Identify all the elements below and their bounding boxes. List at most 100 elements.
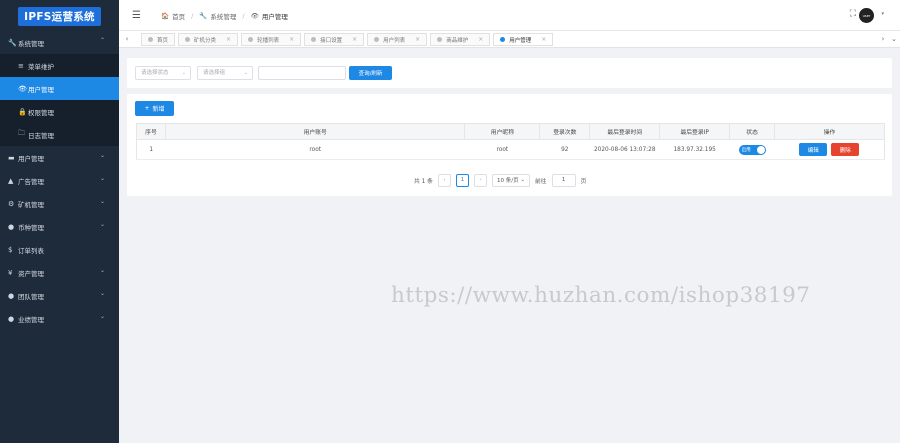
table-header-row: 序号 用户账号 用户昵称 登录次数 最后登录时间 最后登录IP 状态 操作 bbox=[136, 123, 885, 140]
column-header: 最后登录时间 bbox=[589, 123, 661, 140]
sidebar-item-label: 团队管理 bbox=[18, 292, 44, 301]
cell-nickname: root bbox=[464, 139, 540, 160]
prev-page-icon[interactable]: ‹ bbox=[437, 173, 451, 187]
close-icon[interactable]: × bbox=[478, 36, 483, 43]
column-header: 状态 bbox=[729, 123, 776, 140]
eye-icon: 👁 bbox=[250, 12, 259, 20]
home-icon: 🏠 bbox=[161, 12, 170, 20]
wrench-icon: 🔧 bbox=[199, 12, 208, 20]
hamburger-icon[interactable]: ☰ bbox=[132, 10, 141, 21]
sidebar-item-menu[interactable]: ≡ 菜单维护 bbox=[0, 54, 119, 77]
tab-user-list[interactable]: 用户列表 × bbox=[367, 33, 428, 46]
folder-icon: 🗀 bbox=[18, 129, 25, 137]
tab-more-icon[interactable]: ⌄ bbox=[889, 33, 899, 46]
tab-dot bbox=[437, 37, 443, 42]
chevron-down-icon: ⌄ bbox=[181, 70, 186, 76]
sidebar-item-label: 矿机管理 bbox=[18, 200, 44, 209]
page-number[interactable]: 1 bbox=[455, 173, 469, 187]
tab-dot bbox=[148, 37, 153, 42]
lock-icon: 🔒 bbox=[18, 107, 27, 116]
user-table-card: + 新增 序号 用户账号 用户昵称 登录次数 最后登录时间 最后登录IP 状态 … bbox=[127, 94, 892, 196]
cell-login-count: 92 bbox=[539, 139, 590, 160]
page-size-select[interactable]: 10 条/页 ⌄ bbox=[491, 173, 530, 187]
eye-icon: 👁 bbox=[18, 84, 27, 93]
chevron-down-icon: ⌄ bbox=[99, 313, 105, 320]
avatar[interactable]: user bbox=[859, 8, 874, 23]
sidebar-item-system[interactable]: 🔧 系统管理 ⌃ bbox=[0, 31, 119, 54]
tab-home[interactable]: 首页 bbox=[141, 33, 176, 46]
sidebar-item-performance[interactable]: ● 业绩管理 ⌄ bbox=[0, 307, 119, 330]
sidebar-item-user-admin[interactable]: 👁 用户管理 bbox=[0, 77, 119, 100]
add-button[interactable]: + 新增 bbox=[135, 101, 174, 116]
sidebar-item-ads[interactable]: ▲ 广告管理 ⌄ bbox=[0, 169, 119, 192]
search-input[interactable] bbox=[258, 66, 346, 80]
query-refresh-button[interactable]: 查询/刷新 bbox=[349, 66, 392, 80]
watermark: https://www.huzhan.com/ishop38197 bbox=[391, 283, 811, 308]
breadcrumb-system[interactable]: 系统管理 bbox=[210, 11, 236, 21]
chevron-down-icon: ⌄ bbox=[99, 221, 105, 228]
cell-account: root bbox=[165, 139, 465, 160]
sidebar-item-miners[interactable]: ⚙ 矿机管理 ⌄ bbox=[0, 192, 119, 215]
tab-api-settings[interactable]: 接口设置 × bbox=[304, 33, 365, 46]
wrench-icon: 🔧 bbox=[8, 38, 17, 47]
sidebar-item-team[interactable]: ● 团队管理 ⌄ bbox=[0, 284, 119, 307]
plus-icon: + bbox=[144, 105, 150, 112]
sidebar-item-label: 日志管理 bbox=[28, 131, 54, 140]
column-header: 序号 bbox=[136, 123, 166, 140]
tab-label: 商品维护 bbox=[446, 37, 469, 44]
sidebar-item-orders[interactable]: $ 订单列表 bbox=[0, 238, 119, 261]
close-icon[interactable]: × bbox=[541, 36, 546, 43]
cell-status: 启用 bbox=[729, 139, 775, 160]
sidebar-item-label: 业绩管理 bbox=[18, 315, 44, 324]
tab-product[interactable]: 商品维护 × bbox=[430, 33, 491, 46]
tab-label: 用户管理 bbox=[509, 37, 532, 44]
caret-down-icon[interactable]: ▾ bbox=[881, 11, 884, 17]
triangle-icon: ▲ bbox=[8, 176, 14, 185]
gear-icon: ⚙ bbox=[8, 199, 15, 208]
sidebar-item-coins[interactable]: ● 币种管理 ⌄ bbox=[0, 215, 119, 238]
fullscreen-icon[interactable]: ⛶ bbox=[850, 9, 856, 19]
next-page-icon[interactable]: › bbox=[473, 173, 487, 187]
sidebar-item-log[interactable]: 🗀 日志管理 bbox=[0, 123, 119, 146]
breadcrumb-home[interactable]: 首页 bbox=[172, 11, 185, 21]
status-select[interactable]: 请选择状态 ⌄ bbox=[135, 66, 191, 80]
status-toggle[interactable]: 启用 bbox=[738, 144, 766, 155]
tab-user-admin[interactable]: 用户管理 × bbox=[493, 33, 554, 46]
tab-carousel[interactable]: 轮播列表 × bbox=[241, 33, 302, 46]
table-row: 1 root root 92 2020-08-06 13:07:28 183.9… bbox=[136, 139, 885, 160]
list-icon: ≡ bbox=[18, 61, 24, 70]
tab-next-icon[interactable]: › bbox=[878, 33, 888, 46]
sidebar-item-assets[interactable]: ¥ 资产管理 ⌄ bbox=[0, 261, 119, 284]
group-select[interactable]: 请选择组 ⌄ bbox=[197, 66, 253, 80]
close-icon[interactable]: × bbox=[289, 36, 294, 43]
chevron-down-icon: ⌄ bbox=[520, 177, 525, 183]
edit-button[interactable]: 编辑 bbox=[799, 143, 828, 156]
breadcrumb-separator: / bbox=[242, 12, 245, 20]
tab-dot bbox=[185, 37, 191, 42]
group-select-placeholder: 请选择组 bbox=[203, 70, 226, 76]
tab-label: 首页 bbox=[157, 37, 169, 44]
tab-label: 接口设置 bbox=[320, 37, 343, 44]
page-size-value: 10 条/页 bbox=[496, 178, 519, 184]
cell-last-login-ip: 183.97.32.195 bbox=[659, 139, 730, 160]
close-icon[interactable]: × bbox=[352, 36, 357, 43]
delete-button[interactable]: 删除 bbox=[831, 143, 860, 156]
status-select-placeholder: 请选择状态 bbox=[141, 70, 169, 76]
sidebar-item-label: 广告管理 bbox=[18, 177, 44, 186]
sidebar-item-permission[interactable]: 🔒 权限管理 bbox=[0, 100, 119, 123]
coin-icon: ● bbox=[8, 222, 15, 231]
tab-label: 用户列表 bbox=[383, 37, 406, 44]
close-icon[interactable]: × bbox=[415, 36, 420, 43]
sidebar-item-label: 用户管理 bbox=[28, 85, 54, 94]
breadcrumb-separator: / bbox=[191, 12, 194, 20]
sidebar-item-label: 币种管理 bbox=[18, 223, 44, 232]
breadcrumb-current: 用户管理 bbox=[261, 13, 288, 21]
close-icon[interactable]: × bbox=[226, 36, 231, 43]
sidebar-item-users[interactable]: ▬ 用户管理 ⌄ bbox=[0, 146, 119, 169]
top-bar: ☰ 🏠 首页 / 🔧 系统管理 / 👁 用户管理 ⛶ user ▾ bbox=[119, 0, 900, 31]
tab-prev-icon[interactable]: ‹ bbox=[122, 33, 132, 46]
user-table: 序号 用户账号 用户昵称 登录次数 最后登录时间 最后登录IP 状态 操作 1 … bbox=[136, 123, 885, 160]
goto-page-input[interactable]: 1 bbox=[551, 173, 576, 187]
sidebar-item-label: 资产管理 bbox=[18, 269, 44, 278]
tab-miner-category[interactable]: 矿机分类 × bbox=[178, 33, 239, 46]
